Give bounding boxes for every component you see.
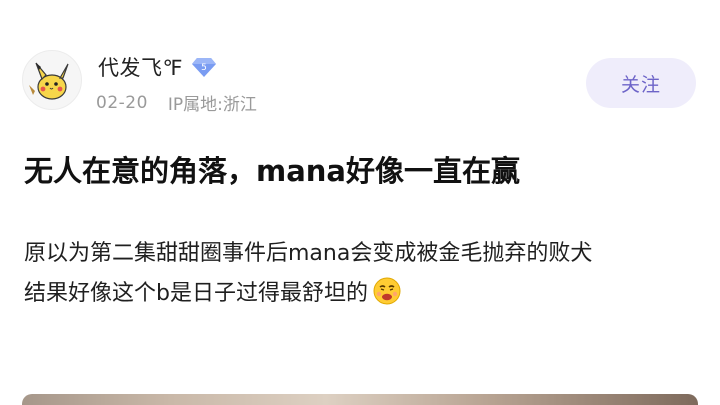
post-title: 无人在意的角落，mana好像一直在赢 <box>24 154 521 188</box>
post-body: 原以为第二集甜甜圈事件后mana会变成被金毛抛弃的败犬 结果好像这个b是日子过得… <box>24 234 696 314</box>
post-meta: 02-20 IP属地:浙江 <box>96 90 257 116</box>
author-avatar[interactable] <box>22 50 82 110</box>
ip-location: IP属地:浙江 <box>167 95 257 115</box>
post-body-line-2: 结果好像这个b是日子过得最舒坦的 <box>24 274 696 314</box>
author-name-row: 代发飞℉ 5 <box>98 52 217 82</box>
post-detail-page: 代发飞℉ 5 02-20 IP属地:浙江 关注 无人在意的角落，mana好像一直… <box>0 0 720 405</box>
smirk-emoji-icon <box>372 276 402 306</box>
follow-button[interactable]: 关注 <box>586 58 696 108</box>
post-body-line-text: 结果好像这个b是日子过得最舒坦的 <box>24 281 368 306</box>
post-date: 02-20 <box>96 92 148 113</box>
diamond-level-badge-icon: 5 <box>191 56 217 78</box>
post-image-preview[interactable] <box>22 394 698 405</box>
author-name[interactable]: 代发飞℉ <box>98 52 183 82</box>
pikachu-avatar-icon <box>29 62 69 100</box>
level-number: 5 <box>201 63 207 73</box>
post-body-line: 原以为第二集甜甜圈事件后mana会变成被金毛抛弃的败犬 <box>24 241 593 266</box>
